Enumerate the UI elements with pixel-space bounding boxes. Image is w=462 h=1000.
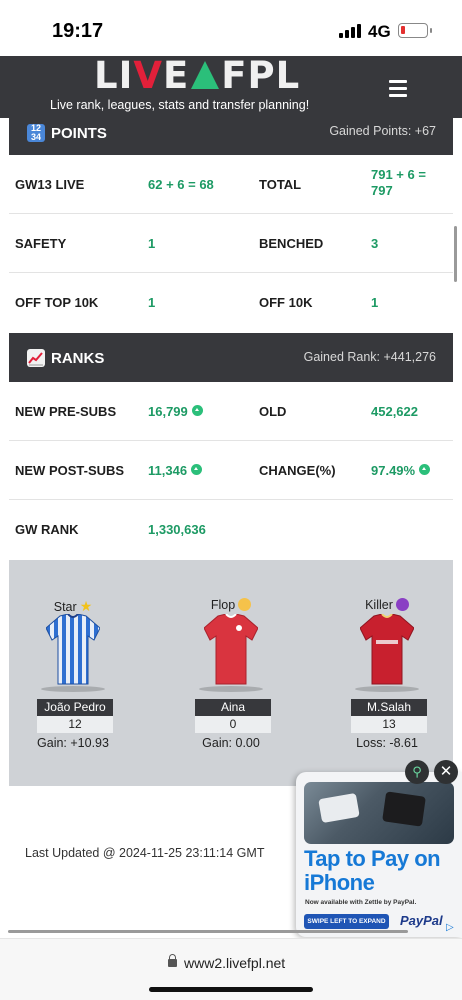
stat-value: 452,622 [371, 404, 418, 419]
stat-label: TOTAL [259, 177, 302, 192]
signal-icon [339, 24, 361, 38]
jersey-icon [204, 614, 258, 685]
stat-label: CHANGE(%) [259, 463, 336, 478]
scrollbar[interactable] [454, 226, 457, 282]
lock-icon [168, 954, 177, 967]
stat-row: NEW POST-SUBS 11,346 CHANGE(%) 97.49% [9, 441, 453, 500]
points-section-header: 12 34 POINTS Gained Points: +67 [9, 118, 453, 155]
status-bar: 19:17 4G [0, 0, 462, 56]
home-indicator[interactable] [149, 987, 313, 992]
player-role: Star ★ [53, 598, 93, 614]
stat-value: 62 + 6 = 68 [148, 177, 214, 192]
player-points: 12 [37, 716, 113, 733]
url-text[interactable]: www2.livefpl.net [184, 955, 285, 971]
jersey-icon [46, 614, 100, 685]
browser-url-bar[interactable]: www2.livefpl.net [0, 938, 462, 1000]
stat-label: GW13 LIVE [15, 177, 85, 192]
stat-row: GW13 LIVE 62 + 6 = 68 TOTAL 791 + 6 = 79… [9, 155, 453, 214]
disappointed-face-icon [238, 598, 252, 611]
network-type: 4G [368, 22, 391, 41]
jersey-icon [360, 614, 414, 685]
stat-row: SAFETY 1 BENCHED 3 [9, 214, 453, 273]
ad-banner[interactable]: Tap to Pay on iPhone Now available with … [296, 772, 462, 937]
ad-choices-icon[interactable]: ▷ [446, 922, 460, 936]
player-points: 13 [351, 716, 427, 733]
player-gain: Loss: -8.61 [356, 736, 418, 750]
rank-up-icon [191, 464, 203, 475]
stat-value: 3 [371, 236, 379, 251]
stat-value: 1 [148, 236, 156, 251]
last-updated: Last Updated @ 2024-11-25 23:11:14 GMT [25, 846, 265, 860]
player-name: Aina [195, 699, 271, 716]
ad-brand: PayPal [400, 913, 443, 928]
points-title: POINTS [51, 124, 107, 142]
ad-image [304, 782, 454, 844]
stat-label: BENCHED [259, 236, 324, 251]
players-panel: Star ★ João Pedro 12 Gain: +10.93 Flop Ai… [9, 560, 453, 786]
stat-label: OLD [259, 404, 287, 419]
ad-headline: Tap to Pay on iPhone [304, 846, 441, 895]
stat-value: 97.49% [371, 463, 431, 478]
stat-row: NEW PRE-SUBS 16,799 OLD 452,622 [9, 382, 453, 441]
stat-value: 1,330,636 [148, 522, 206, 537]
player-gain: Gain: 0.00 [202, 736, 260, 750]
star-icon: ★ [79, 598, 93, 614]
stat-label: NEW PRE-SUBS [15, 404, 117, 419]
devil-face-icon [395, 598, 409, 611]
stat-label: OFF TOP 10K [15, 295, 99, 310]
menu-icon[interactable] [389, 80, 407, 97]
stat-value: 11,346 [148, 463, 203, 478]
star-player-card[interactable]: Star ★ João Pedro 12 Gain: +10.93 [13, 560, 133, 786]
status-time: 19:17 [52, 20, 104, 42]
stat-value: 1 [371, 295, 379, 310]
player-name: João Pedro [37, 699, 113, 716]
logo-triangle-icon [191, 61, 220, 89]
gained-rank: Gained Rank: +441,276 [303, 350, 436, 364]
ad-subtext: Now available with Zettle by PayPal. [305, 899, 417, 906]
site-header: LIVE FPL Live rank, leagues, stats and tr… [0, 54, 462, 118]
stat-value: 16,799 [148, 404, 203, 419]
stat-label: NEW POST-SUBS [15, 463, 125, 478]
stat-label: OFF 10K [259, 295, 313, 310]
livefpl-logo[interactable]: LIVE FPL [94, 54, 300, 97]
player-role: Killer [327, 598, 447, 612]
stat-row: GW RANK 1,330,636 [9, 500, 453, 559]
close-icon[interactable]: ✕ [434, 760, 458, 784]
ad-info-icon[interactable]: ⚲ [405, 760, 429, 784]
flop-player-card[interactable]: Flop Aina 0 Gain: 0.00 [171, 560, 291, 786]
player-role: Flop [171, 598, 291, 612]
chart-increasing-icon [27, 349, 45, 367]
stat-label: SAFETY [15, 236, 67, 251]
ranks-section-header: RANKS Gained Rank: +441,276 [9, 333, 453, 382]
player-name: M.Salah [351, 699, 427, 716]
ranks-title: RANKS [51, 349, 105, 367]
player-points: 0 [195, 716, 271, 733]
horizontal-scrollbar[interactable] [8, 930, 408, 933]
rank-up-icon [191, 405, 203, 416]
stat-row: OFF TOP 10K 1 OFF 10K 1 [9, 273, 453, 332]
battery-icon [398, 23, 432, 38]
player-gain: Gain: +10.93 [37, 736, 109, 750]
tagline: Live rank, leagues, stats and transfer p… [50, 98, 310, 112]
stat-label: GW RANK [15, 522, 79, 537]
killer-player-card[interactable]: Killer M.Salah 13 Loss: -8.61 [327, 560, 447, 786]
numbers-icon: 12 34 [27, 124, 45, 142]
stat-value: 1 [148, 295, 156, 310]
gained-points: Gained Points: +67 [329, 124, 436, 138]
stat-value: 791 + 6 = 797 [371, 167, 426, 198]
ad-cta-button[interactable]: SWIPE LEFT TO EXPAND [304, 914, 389, 929]
rank-up-icon [419, 464, 431, 475]
